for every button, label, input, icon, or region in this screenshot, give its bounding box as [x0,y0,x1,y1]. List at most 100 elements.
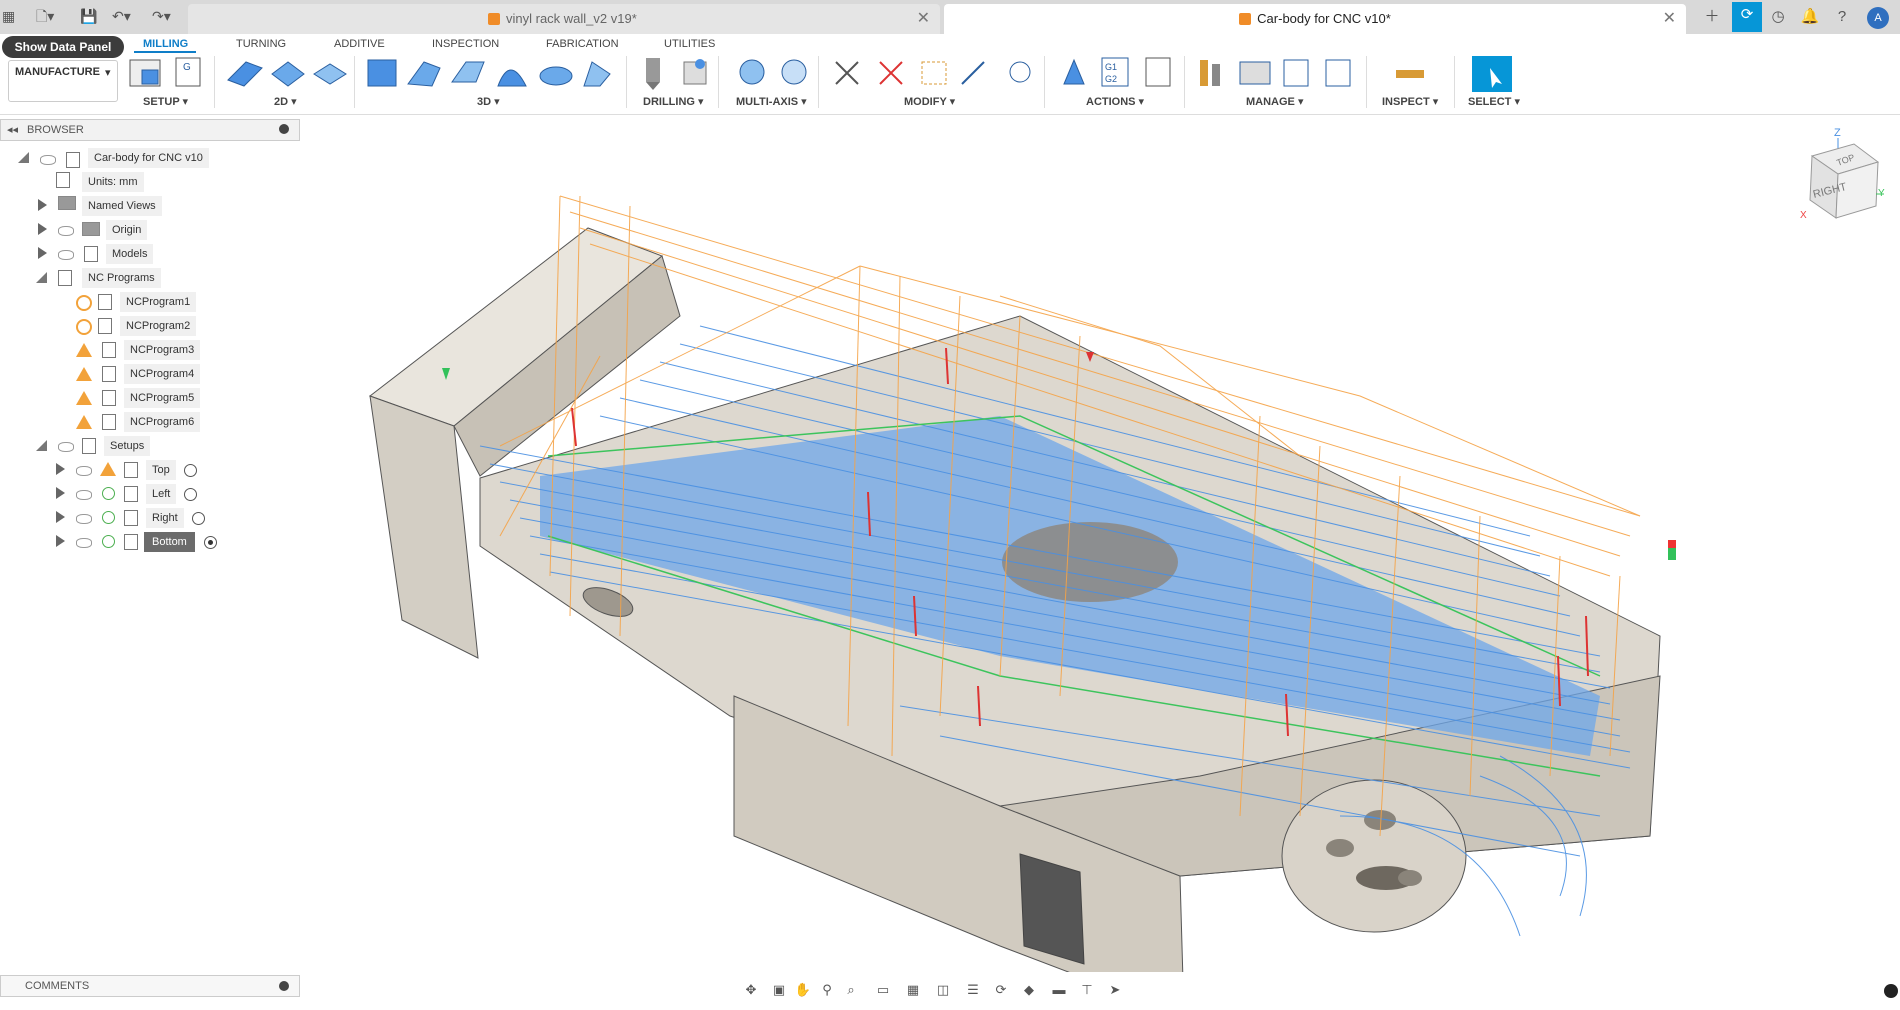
trim-toolpath-icon[interactable] [961,61,985,85]
new-tab-icon[interactable]: ＋ [1700,4,1724,30]
nc-program-icon[interactable]: G [175,57,201,87]
expand-toggle-icon[interactable] [56,487,65,499]
templates-icon[interactable] [1325,59,1351,87]
tab-utilities[interactable]: UTILITIES [664,36,715,52]
pan-icon[interactable]: ✋ [794,982,812,998]
collapse-toggle-icon[interactable] [36,440,47,451]
visibility-eye-icon[interactable] [76,538,92,548]
select-icon[interactable] [1472,56,1512,92]
visibility-eye-icon[interactable] [58,442,74,452]
notifications-bell-icon[interactable]: 🔔 [1798,4,1822,30]
measure-icon[interactable] [1396,70,1424,78]
tool-library-icon[interactable] [1200,60,1220,86]
expand-toggle-icon[interactable] [56,463,65,475]
drill-icon[interactable] [646,58,660,90]
face-icon[interactable] [313,63,347,85]
modify-group-label[interactable]: MODIFY ▾ [904,95,955,108]
canvas-viewport[interactable] [300,116,1900,972]
browser-options-icon[interactable] [279,124,289,134]
redo-icon[interactable]: ↷▾ [152,6,171,26]
active-setup-radio[interactable] [204,536,217,549]
expand-toggle-icon[interactable] [38,223,47,235]
machine-library-icon[interactable] [1239,61,1271,85]
visibility-eye-icon[interactable] [76,466,92,476]
feedback-icon[interactable] [1884,984,1898,998]
units-node[interactable]: Units: mm [82,172,144,192]
nc-program-3[interactable]: NCProgram3 [124,340,201,360]
delete-toolpath-icon[interactable] [879,61,903,85]
comments-panel[interactable]: COMMENTS [0,975,300,997]
effects-icon[interactable]: ☰ [964,982,982,998]
named-views-node[interactable]: Named Views [82,196,162,216]
setups-node[interactable]: Setups [104,436,151,456]
document-tab-vinyl-rack[interactable]: vinyl rack wall_v2 v19* ✕ [188,4,940,34]
move-toolpath-icon[interactable] [921,61,947,85]
nc-program-4[interactable]: NCProgram4 [124,364,201,384]
3d-group-label[interactable]: 3D ▾ [477,95,500,108]
manage-group-label[interactable]: MANAGE ▾ [1246,95,1303,108]
tab-fabrication[interactable]: FABRICATION [546,36,619,52]
orbit-icon[interactable]: ✥ [742,982,760,998]
active-setup-radio[interactable] [184,464,197,477]
models-node[interactable]: Models [106,244,154,264]
multi-axis-group-label[interactable]: MULTI-AXIS ▾ [736,95,807,108]
expand-toggle-icon[interactable] [38,247,47,259]
close-icon[interactable]: ✕ [1663,4,1676,34]
expand-toggle-icon[interactable] [38,199,47,211]
visibility-eye-icon[interactable] [40,155,56,165]
viewports-icon[interactable]: ◫ [934,982,952,998]
collapse-toggle-icon[interactable] [18,152,29,163]
collapse-panel-icon[interactable]: ◂◂ [7,123,18,136]
simulation-display-icon[interactable]: ➤ [1106,982,1124,998]
2d-group-label[interactable]: 2D ▾ [274,95,297,108]
new-setup-icon[interactable] [129,59,161,87]
visibility-eye-icon[interactable] [58,226,74,236]
collapse-toggle-icon[interactable] [36,272,47,283]
cut-toolpath-icon[interactable] [835,61,859,85]
post-library-icon[interactable] [1283,59,1309,87]
browser-root-node[interactable]: Car-body for CNC v10 [88,148,209,168]
actions-group-label[interactable]: ACTIONS ▾ [1086,95,1144,108]
visibility-eye-icon[interactable] [76,514,92,524]
morphed-spiral-icon[interactable] [583,61,611,87]
setup-group-label[interactable]: SETUP ▾ [143,95,188,108]
file-menu-icon[interactable]: 🗋▾ [36,6,54,26]
thread-icon[interactable] [683,59,707,85]
nc-program-6[interactable]: NCProgram6 [124,412,201,432]
expand-toggle-icon[interactable] [56,511,65,523]
stock-icon[interactable]: ▬ [1050,982,1068,998]
close-icon[interactable]: ✕ [917,4,930,34]
fit-icon[interactable]: ⌕ [842,982,860,998]
nc-programs-node[interactable]: NC Programs [82,268,161,288]
view-cube[interactable]: Z TOP RIGHT Y X [1788,122,1888,232]
multi-axis-contour-icon[interactable] [739,59,765,85]
grid-icon[interactable]: ▦ [904,982,922,998]
contour-icon[interactable] [497,69,527,87]
2d-pocket-icon[interactable] [271,61,305,87]
pattern-icon[interactable] [1009,61,1031,83]
refresh-icon[interactable]: ⟳ [992,982,1010,998]
setup-left[interactable]: Left [146,484,177,504]
look-at-icon[interactable]: ▣ [770,982,788,998]
scallop-icon[interactable] [539,66,573,86]
undo-icon[interactable]: ↶▾ [112,6,131,26]
origin-node[interactable]: Origin [106,220,148,240]
active-setup-radio[interactable] [184,488,197,501]
3d-pocket-icon[interactable] [407,61,441,87]
tab-milling[interactable]: MILLING [143,36,188,52]
tool-display-icon[interactable]: ⊤ [1078,982,1096,998]
2d-adaptive-icon[interactable] [227,61,263,87]
parallel-icon[interactable] [451,61,485,83]
nc-program-1[interactable]: NCProgram1 [120,292,197,312]
post-process-icon[interactable]: G1G2 [1101,57,1129,87]
material-icon[interactable]: ◆ [1020,982,1038,998]
swarf-icon[interactable] [781,59,807,85]
apps-grid-icon[interactable]: ▦ [2,6,15,26]
nc-program-5[interactable]: NCProgram5 [124,388,201,408]
zoom-icon[interactable]: ⚲ [818,982,836,998]
nc-program-2[interactable]: NCProgram2 [120,316,197,336]
setup-top[interactable]: Top [146,460,176,480]
3d-adaptive-icon[interactable] [367,59,397,87]
tab-turning[interactable]: TURNING [236,36,286,52]
select-group-label[interactable]: SELECT ▾ [1468,95,1520,108]
